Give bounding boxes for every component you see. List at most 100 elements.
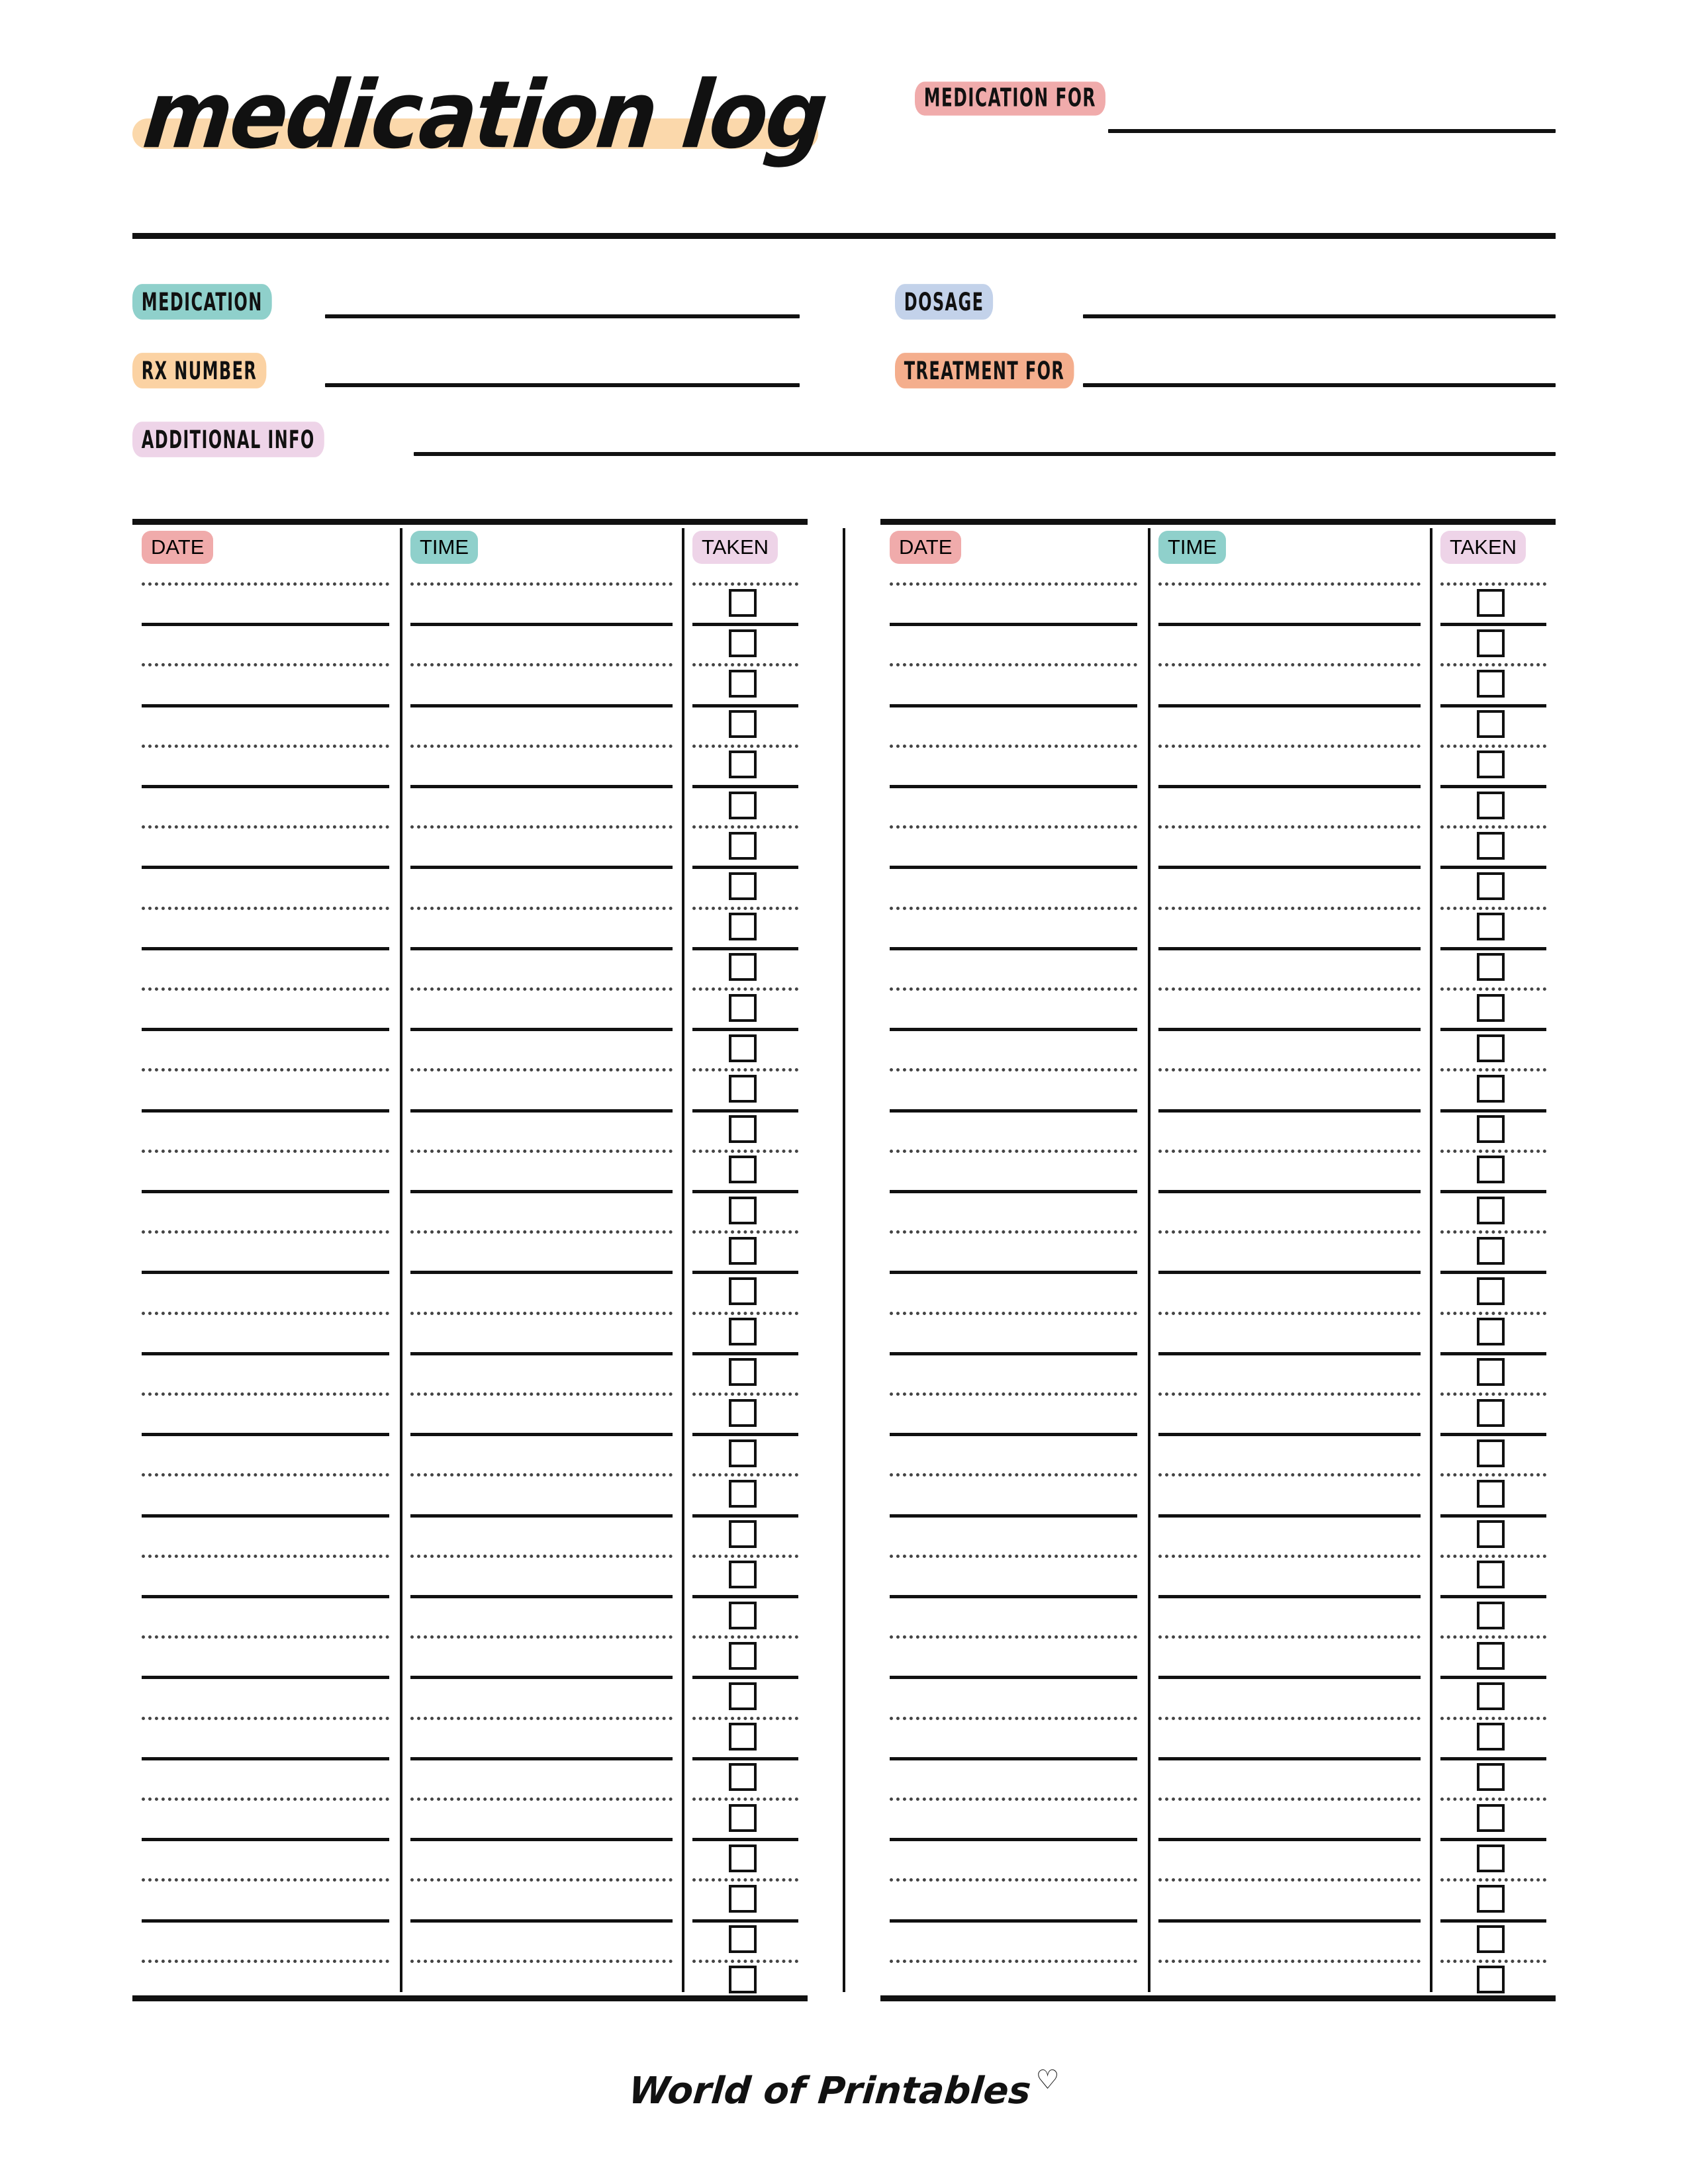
row-separator-segment [1158,1797,1421,1801]
row-separator-segment [692,1595,798,1598]
taken-checkbox[interactable] [1477,993,1505,1022]
row-separator-segment [1440,987,1546,991]
taken-checkbox[interactable] [1477,791,1505,819]
taken-checkbox[interactable] [729,872,757,900]
taken-checkbox[interactable] [1477,1075,1505,1103]
taken-checkbox[interactable] [1477,1803,1505,1832]
taken-checkbox[interactable] [1477,1277,1505,1305]
medication-for-input-line[interactable] [1108,129,1556,133]
taken-checkbox[interactable] [1477,953,1505,981]
taken-checkbox[interactable] [729,1723,757,1751]
taken-checkbox[interactable] [729,588,757,617]
taken-checkbox[interactable] [1477,629,1505,657]
taken-checkbox[interactable] [729,1075,757,1103]
taken-checkbox[interactable] [729,751,757,779]
row-separator-segment [1158,946,1421,950]
table-rows-left [132,580,808,1995]
taken-checkbox[interactable] [729,1156,757,1184]
taken-checkbox[interactable] [1477,1439,1505,1467]
taken-checkbox[interactable] [729,831,757,860]
taken-checkbox[interactable] [729,1601,757,1629]
taken-checkbox[interactable] [1477,1115,1505,1144]
dosage-input-line[interactable] [1083,314,1556,318]
taken-checkbox[interactable] [1477,1763,1505,1792]
taken-checkbox[interactable] [729,913,757,941]
taken-checkbox[interactable] [1477,1156,1505,1184]
row-separator-segment [1440,704,1546,707]
taken-checkbox[interactable] [729,1196,757,1224]
taken-checkbox[interactable] [729,1398,757,1427]
taken-checkbox[interactable] [729,1034,757,1062]
taken-checkbox[interactable] [729,1115,757,1144]
taken-checkbox[interactable] [729,1358,757,1387]
taken-checkbox[interactable] [1477,751,1505,779]
row-separator-segment [142,1311,389,1315]
taken-checkbox[interactable] [729,1641,757,1670]
taken-checkbox[interactable] [1477,1641,1505,1670]
taken-checkbox[interactable] [729,1925,757,1954]
taken-checkbox[interactable] [729,1277,757,1305]
taken-checkbox[interactable] [729,791,757,819]
taken-checkbox[interactable] [1477,710,1505,739]
taken-checkbox[interactable] [729,1844,757,1872]
row-separator-segment [1158,704,1421,707]
rx-number-input-line[interactable] [325,383,800,387]
taken-checkbox[interactable] [1477,1318,1505,1346]
taken-checkbox[interactable] [1477,588,1505,617]
taken-checkbox[interactable] [729,953,757,981]
taken-checkbox[interactable] [729,1966,757,1994]
taken-checkbox[interactable] [1477,1966,1505,1994]
taken-checkbox[interactable] [1477,1480,1505,1508]
taken-checkbox[interactable] [729,1520,757,1549]
taken-checkbox[interactable] [729,1561,757,1589]
medication-input-line[interactable] [325,314,800,318]
row-separator-segment [142,1756,389,1760]
taken-checkbox[interactable] [1477,1520,1505,1549]
row-separator-segment [410,1271,673,1275]
taken-checkbox[interactable] [1477,1601,1505,1629]
taken-checkbox[interactable] [1477,1196,1505,1224]
taken-checkbox[interactable] [1477,1723,1505,1751]
taken-checkbox[interactable] [729,670,757,698]
row-separator-segment [410,1433,673,1437]
taken-checkbox[interactable] [729,1439,757,1467]
row-separator-segment [410,744,673,748]
taken-checkbox[interactable] [729,1480,757,1508]
row-separator-segment [410,987,673,991]
taken-checkbox[interactable] [1477,1885,1505,1913]
taken-checkbox[interactable] [729,1885,757,1913]
taken-checkbox[interactable] [729,1763,757,1792]
taken-checkbox[interactable] [1477,913,1505,941]
row-separator-segment [692,1514,798,1518]
taken-checkbox[interactable] [1477,670,1505,698]
row-separator-segment [692,1311,798,1315]
taken-checkbox[interactable] [729,993,757,1022]
additional-info-input-line[interactable] [414,452,1556,456]
taken-checkbox[interactable] [1477,872,1505,900]
row-separator-segment [692,1756,798,1760]
taken-checkbox[interactable] [729,1682,757,1710]
taken-checkbox[interactable] [1477,1398,1505,1427]
treatment-for-input-line[interactable] [1083,383,1556,387]
taken-checkbox[interactable] [1477,1358,1505,1387]
taken-checkbox[interactable] [1477,1682,1505,1710]
taken-checkbox[interactable] [1477,831,1505,860]
row-separator-segment [1440,1473,1546,1477]
row-separator-segment [1440,1676,1546,1680]
taken-checkbox[interactable] [729,1318,757,1346]
row-separator-segment [410,1190,673,1193]
taken-checkbox[interactable] [729,710,757,739]
row-separator-segment [1440,1838,1546,1842]
taken-checkbox[interactable] [729,1803,757,1832]
row-separator-segment [890,1473,1137,1477]
row-separator-segment [142,1028,389,1032]
row-separator-segment [1440,1635,1546,1639]
taken-checkbox[interactable] [1477,1844,1505,1872]
taken-checkbox[interactable] [1477,1236,1505,1265]
taken-checkbox[interactable] [1477,1561,1505,1589]
row-separator-segment [1440,1514,1546,1518]
taken-checkbox[interactable] [1477,1925,1505,1954]
taken-checkbox[interactable] [1477,1034,1505,1062]
taken-checkbox[interactable] [729,1236,757,1265]
taken-checkbox[interactable] [729,629,757,657]
